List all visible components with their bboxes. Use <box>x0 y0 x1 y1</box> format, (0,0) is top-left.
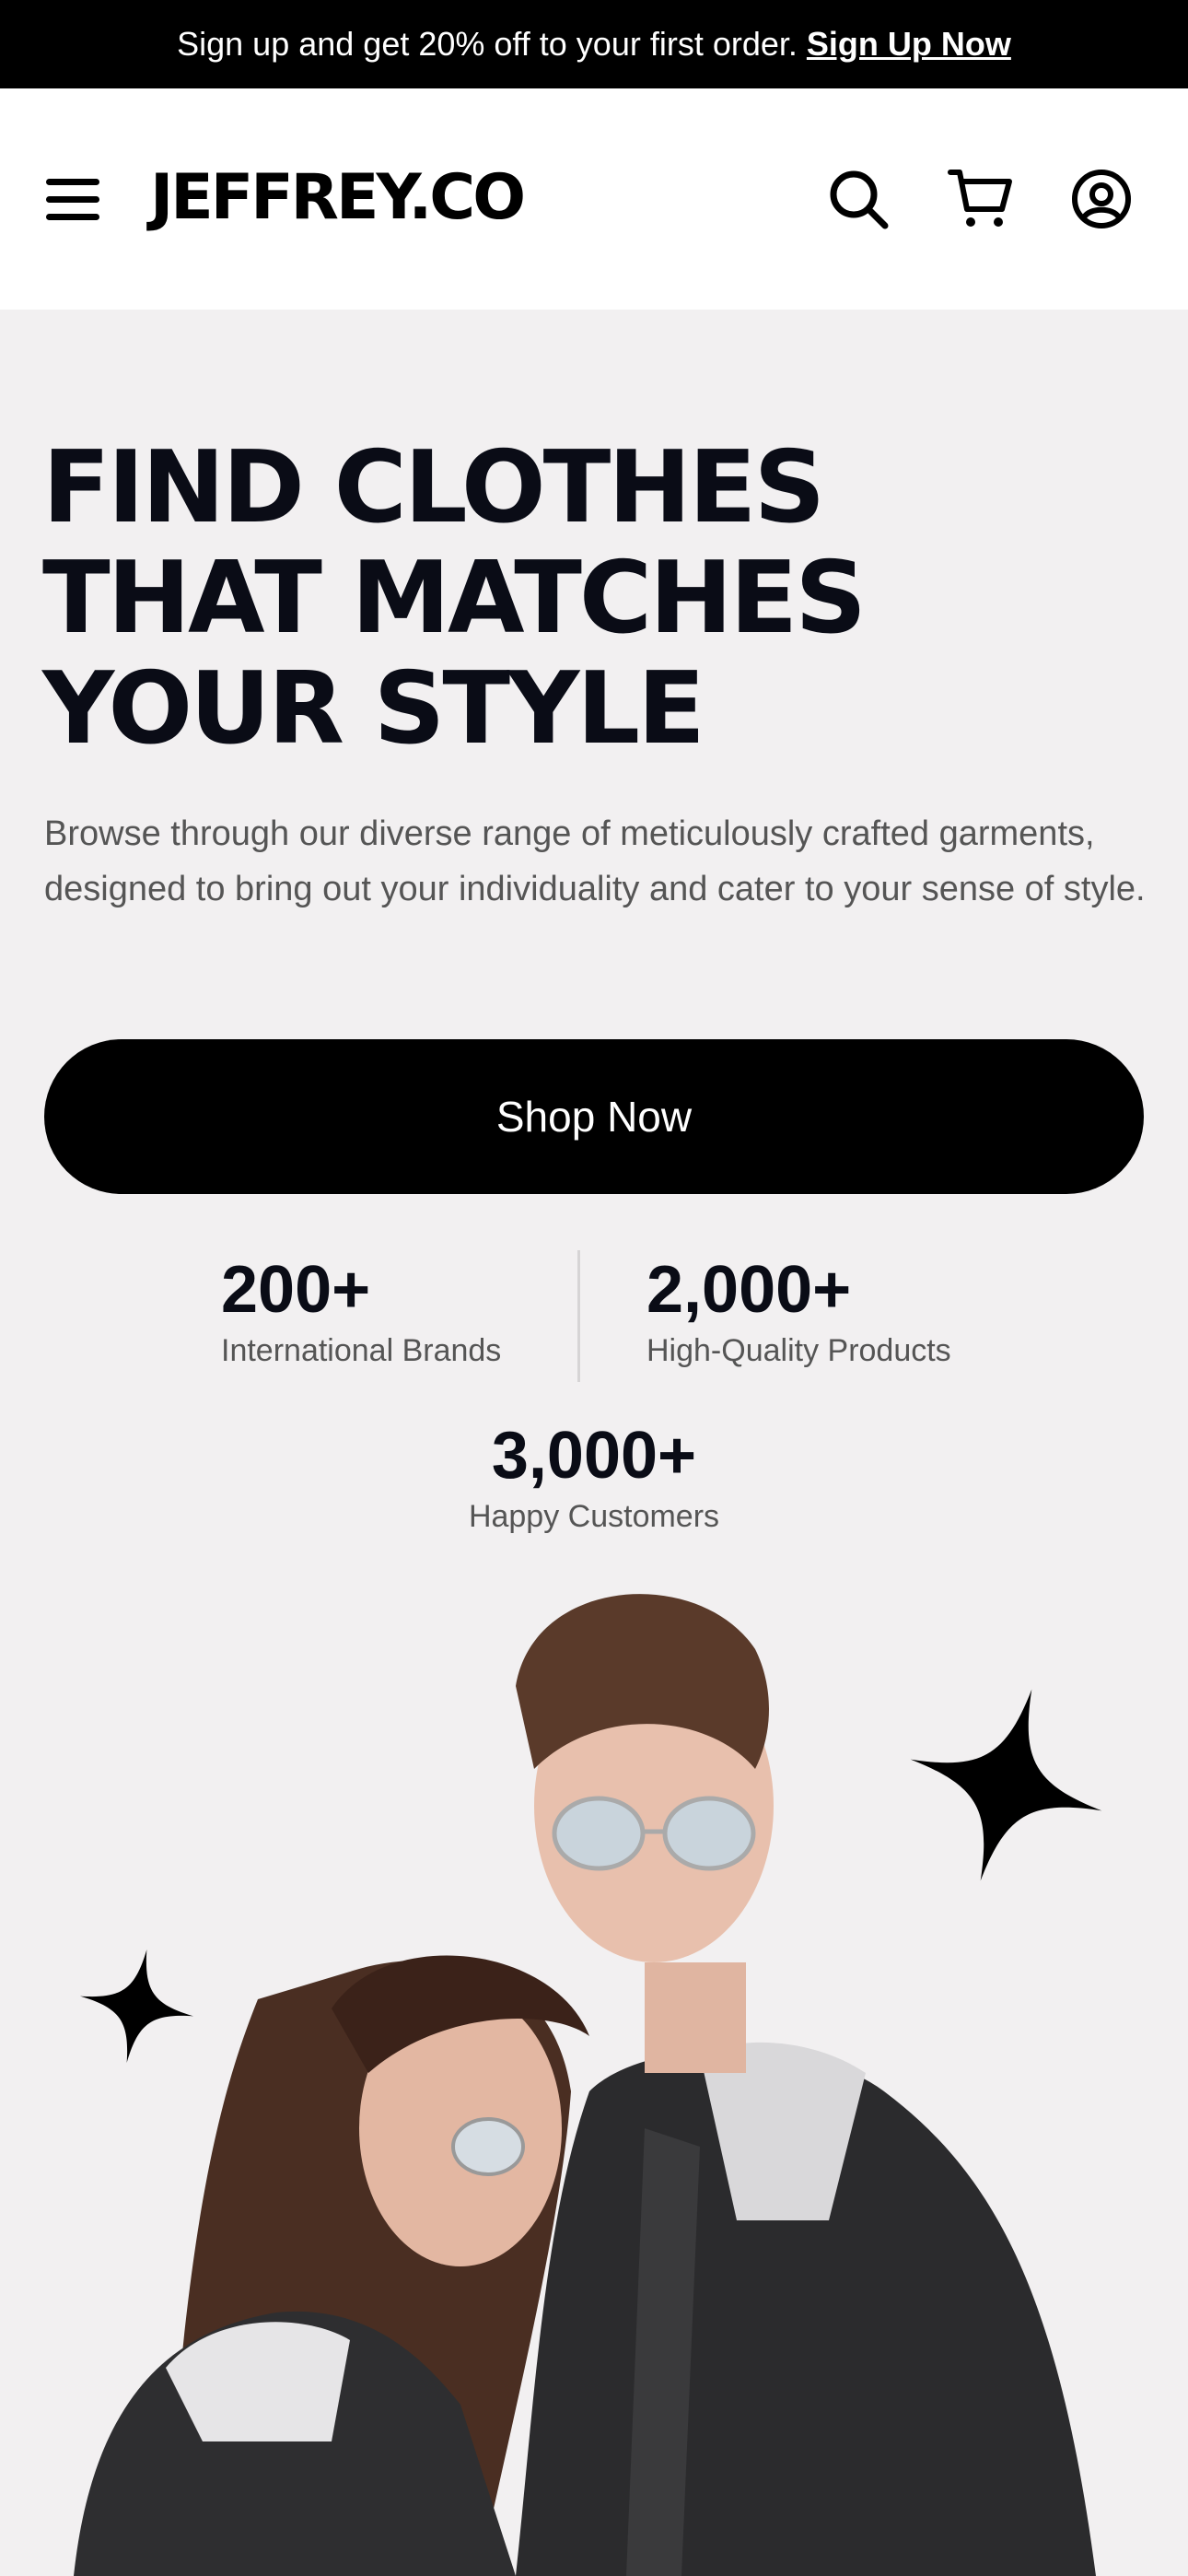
site-logo[interactable]: JEFFREY.CO <box>150 157 526 240</box>
stat-label: International Brands <box>221 1333 502 1368</box>
shop-now-button[interactable]: Shop Now <box>44 1039 1144 1194</box>
stat-value: 200+ <box>221 1253 371 1327</box>
hero-description: Browse through our diverse range of meti… <box>44 814 1146 908</box>
cart-icon[interactable] <box>943 162 1017 236</box>
stat-value: 3,000+ <box>491 1419 697 1493</box>
hero-title-line: YOUR STYLE <box>42 651 705 767</box>
sign-up-link[interactable]: Sign Up Now <box>807 25 1011 64</box>
stat-customers: 3,000+ Happy Customers <box>464 1419 724 1535</box>
menu-icon[interactable] <box>42 171 103 227</box>
promo-bar: Sign up and get 20% off to your first or… <box>0 0 1188 88</box>
site-header: JEFFREY.CO <box>0 88 1188 310</box>
stat-divider <box>577 1250 580 1382</box>
promo-text: Sign up and get 20% off to your first or… <box>177 25 798 63</box>
account-icon[interactable] <box>1065 162 1138 236</box>
sparkle-icon <box>910 1689 1102 1881</box>
stat-label: Happy Customers <box>468 1499 720 1534</box>
stat-products: 2,000+ High-Quality Products <box>646 1253 951 1369</box>
stat-value: 2,000+ <box>646 1253 852 1327</box>
hero-image <box>0 1575 1188 2576</box>
hero-title-line: THAT MATCHES <box>42 541 867 656</box>
stat-label: High-Quality Products <box>646 1333 951 1368</box>
sparkle-icon <box>79 1949 194 2064</box>
search-icon[interactable] <box>821 162 895 236</box>
stat-brands: 200+ International Brands <box>221 1253 501 1369</box>
hero-title-line: FIND CLOTHES <box>42 430 825 545</box>
hero-title: FIND CLOTHES THAT MATCHES YOUR STYLE <box>42 433 1147 765</box>
